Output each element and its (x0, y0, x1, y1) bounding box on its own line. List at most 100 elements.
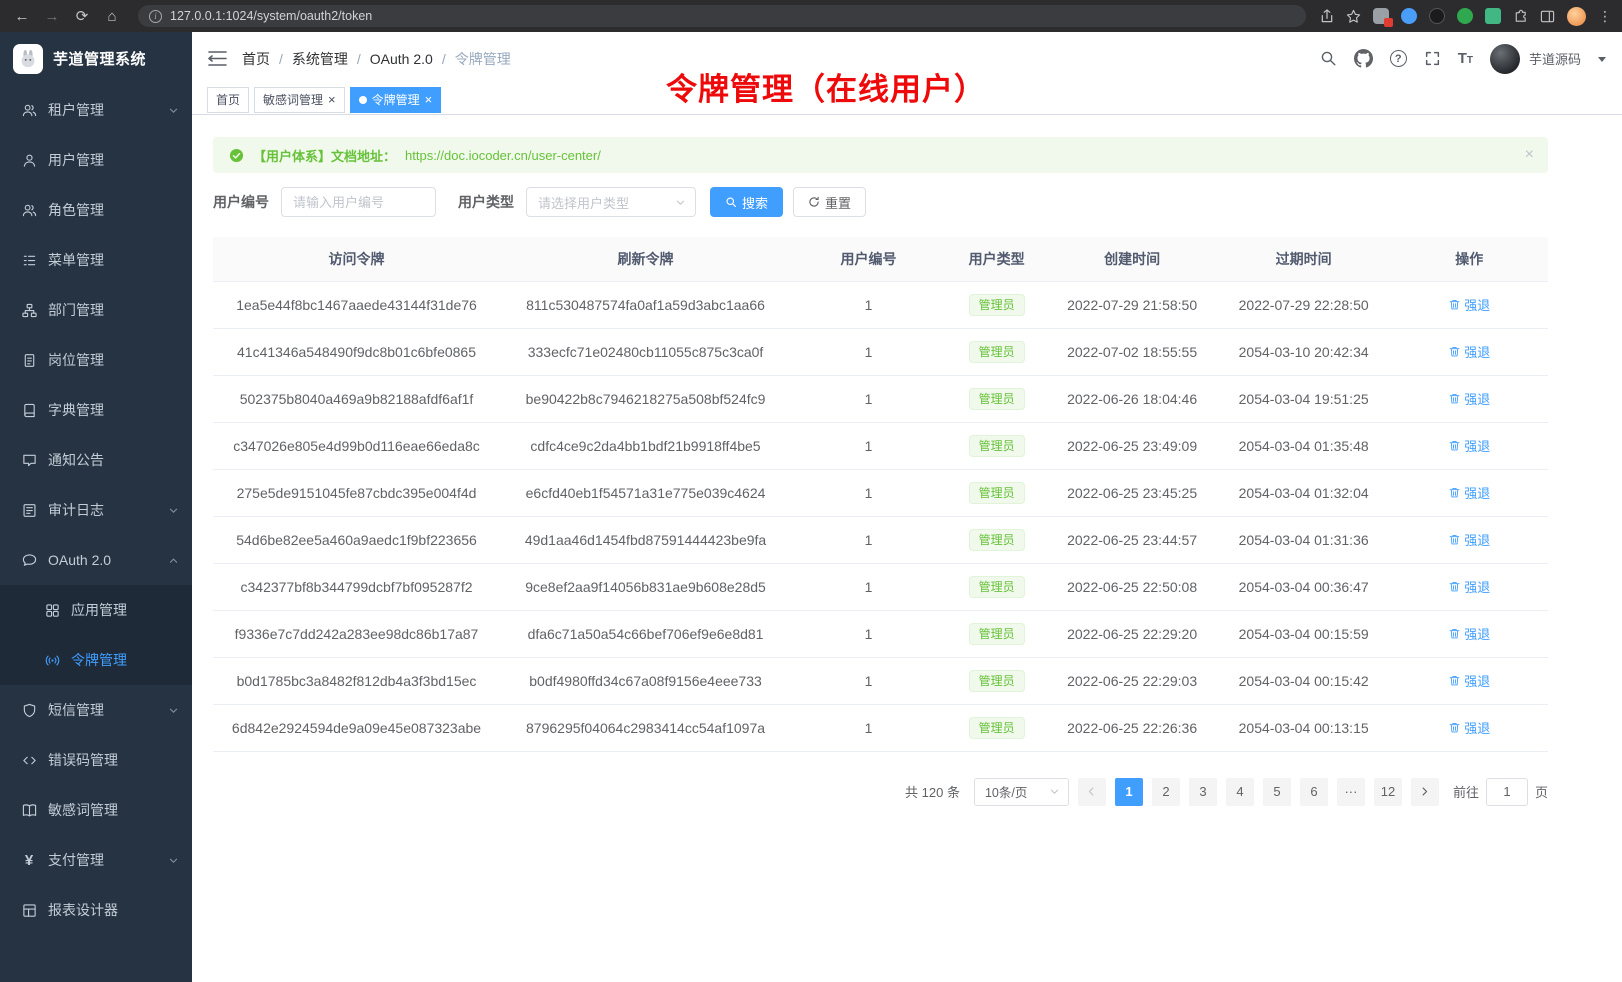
tab-label: 首页 (216, 91, 240, 108)
sidebar-item-dept[interactable]: 部门管理 (0, 285, 192, 335)
chevron-down-icon (1049, 786, 1060, 797)
page-number-button[interactable]: 4 (1226, 778, 1254, 806)
tab-home[interactable]: 首页 (207, 87, 249, 113)
user-avatar[interactable] (1490, 44, 1520, 74)
sidebar-item-label: 令牌管理 (71, 650, 179, 670)
breadcrumb: 首页 系统管理 OAuth 2.0 令牌管理 (242, 49, 511, 69)
force-logout-button[interactable]: 强退 (1448, 295, 1490, 314)
alert-text: 【用户体系】文档地址： (253, 146, 396, 165)
address-bar[interactable]: i 127.0.0.1:1024/system/oauth2/token (138, 5, 1306, 27)
force-logout-button[interactable]: 强退 (1448, 530, 1490, 549)
help-icon[interactable]: ? (1390, 50, 1407, 67)
fullscreen-icon[interactable] (1424, 50, 1441, 67)
force-logout-button[interactable]: 强退 (1448, 577, 1490, 596)
sidebar-item-error-code[interactable]: 错误码管理 (0, 735, 192, 785)
sidebar-item-role[interactable]: 角色管理 (0, 185, 192, 235)
prev-page-button[interactable] (1078, 778, 1106, 806)
reload-button[interactable]: ⟳ (70, 4, 94, 28)
sidebar-item-report-designer[interactable]: 报表设计器 (0, 885, 192, 935)
more-pages-button[interactable]: ··· (1337, 778, 1365, 806)
sidebar-subitem-token[interactable]: 令牌管理 (0, 635, 192, 685)
sidebar-item-sms[interactable]: 短信管理 (0, 685, 192, 735)
chevron-down-icon[interactable] (1598, 57, 1606, 66)
share-icon[interactable] (1320, 9, 1334, 24)
expire-time-cell: 2054-03-04 00:13:15 (1217, 704, 1391, 751)
username[interactable]: 芋道源码 (1529, 49, 1581, 68)
tab-token-management[interactable]: 令牌管理 × (350, 87, 442, 113)
home-button[interactable]: ⌂ (100, 4, 124, 28)
sidebar-subitem-app[interactable]: 应用管理 (0, 585, 192, 635)
extensions-puzzle-icon[interactable] (1513, 9, 1528, 24)
page-size-select[interactable]: 10条/页 (974, 778, 1069, 806)
force-logout-button[interactable]: 强退 (1448, 389, 1490, 408)
sidebar-item-label: 错误码管理 (48, 750, 179, 770)
search-button[interactable]: 搜索 (710, 187, 783, 217)
sidebar-item-post[interactable]: 岗位管理 (0, 335, 192, 385)
access-token-cell: c342377bf8b344799dcbf7bf095287f2 (213, 563, 500, 610)
sidebar-item-dict[interactable]: 字典管理 (0, 385, 192, 435)
extension-icon-2[interactable] (1401, 8, 1417, 24)
sidebar-item-audit-log[interactable]: 审计日志 (0, 485, 192, 535)
force-logout-button[interactable]: 强退 (1448, 671, 1490, 690)
back-button[interactable]: ← (10, 4, 34, 28)
page-number-button[interactable]: 12 (1374, 778, 1402, 806)
site-info-icon[interactable]: i (149, 10, 162, 23)
force-logout-button[interactable]: 强退 (1448, 483, 1490, 502)
page-number-button[interactable]: 3 (1189, 778, 1217, 806)
page-number-button[interactable]: 1 (1115, 778, 1143, 806)
page-number-button[interactable]: 6 (1300, 778, 1328, 806)
extension-icon-4[interactable] (1457, 8, 1473, 24)
expire-time-cell: 2054-03-04 01:31:36 (1217, 516, 1391, 563)
actions-cell: 强退 (1390, 657, 1548, 704)
github-icon[interactable] (1354, 49, 1373, 68)
app-logo[interactable]: 芋道管理系统 (0, 32, 192, 85)
user-id-input[interactable] (281, 187, 436, 217)
breadcrumb-item[interactable]: 首页 (242, 49, 270, 69)
doc-link[interactable]: https://doc.iocoder.cn/user-center/ (405, 148, 601, 163)
user-type-select[interactable]: 请选择用户类型 (526, 187, 696, 217)
force-logout-button[interactable]: 强退 (1448, 436, 1490, 455)
bookmark-star-icon[interactable] (1346, 9, 1361, 24)
next-page-button[interactable] (1411, 778, 1439, 806)
sidebar-item-tenant[interactable]: 租户管理 (0, 85, 192, 135)
close-icon[interactable]: × (328, 93, 336, 106)
sidebar: 芋道管理系统 租户管理 用户管理 角色管理 菜单管理 部门管理 岗位管理 (0, 32, 192, 982)
page-number-button[interactable]: 2 (1152, 778, 1180, 806)
page-number-button[interactable]: 5 (1263, 778, 1291, 806)
reset-button[interactable]: 重置 (793, 187, 866, 217)
font-size-icon[interactable]: TT (1458, 50, 1473, 67)
sidebar-item-oauth[interactable]: OAuth 2.0 (0, 535, 192, 585)
browser-menu-icon[interactable]: ⋮ (1598, 8, 1612, 25)
breadcrumb-item[interactable]: 系统管理 (270, 49, 348, 69)
side-panel-icon[interactable] (1540, 9, 1555, 24)
sidebar-toggle-icon[interactable] (208, 50, 227, 67)
pagination: 共 120 条 10条/页 1 2 3 4 5 6 ··· 12 前往 页 (213, 778, 1548, 806)
sidebar-item-sensitive-words[interactable]: 敏感词管理 (0, 785, 192, 835)
goto-page-input[interactable] (1486, 778, 1528, 806)
tab-sensitive-words[interactable]: 敏感词管理 × (254, 87, 345, 113)
refresh-token-cell: be90422b8c7946218275a508bf524fc9 (500, 375, 791, 422)
force-logout-button[interactable]: 强退 (1448, 624, 1490, 643)
browser-profile-avatar[interactable] (1567, 7, 1586, 26)
breadcrumb-item[interactable]: OAuth 2.0 (348, 51, 433, 67)
user-id-cell: 1 (791, 328, 946, 375)
sidebar-item-menu[interactable]: 菜单管理 (0, 235, 192, 285)
extension-icon-1[interactable] (1373, 8, 1389, 24)
search-icon[interactable] (1320, 50, 1337, 67)
sidebar-item-user[interactable]: 用户管理 (0, 135, 192, 185)
actions-cell: 强退 (1390, 375, 1548, 422)
shield-icon (21, 702, 37, 718)
extension-icon-5[interactable] (1485, 8, 1501, 24)
alert-close-icon[interactable]: × (1525, 137, 1534, 173)
forward-button[interactable]: → (40, 4, 64, 28)
close-icon[interactable]: × (425, 93, 433, 106)
sidebar-item-payment[interactable]: ¥ 支付管理 (0, 835, 192, 885)
force-logout-button[interactable]: 强退 (1448, 342, 1490, 361)
menu-list-icon (21, 252, 37, 268)
actions-cell: 强退 (1390, 704, 1548, 751)
user-type-cell: 管理员 (946, 704, 1047, 751)
sidebar-item-notice[interactable]: 通知公告 (0, 435, 192, 485)
page-size-value: 10条/页 (985, 782, 1027, 801)
force-logout-button[interactable]: 强退 (1448, 718, 1490, 737)
extension-icon-3[interactable] (1429, 8, 1445, 24)
